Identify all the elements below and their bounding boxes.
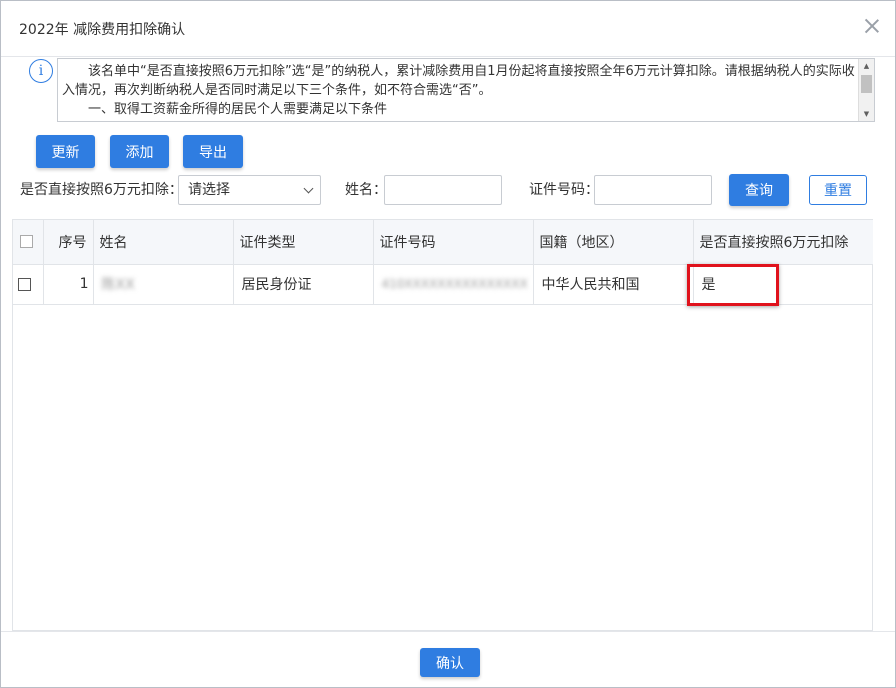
notice: i 该名单中“是否直接按照6万元扣除”选“是”的纳税人，累计减除费用自1月份起将… bbox=[27, 58, 877, 122]
row-select-cell[interactable] bbox=[13, 264, 44, 305]
direct-deduction-select[interactable]: 请选择 bbox=[178, 175, 321, 205]
row-checkbox[interactable] bbox=[18, 277, 31, 291]
taxpayer-table: 序号 姓名 证件类型 证件号码 国籍（地区） 是否直接按照6万元扣除 1 陈XX… bbox=[12, 219, 873, 631]
row-index: 1 bbox=[43, 264, 94, 305]
close-icon[interactable] bbox=[863, 17, 881, 35]
dialog-footer: 确认 bbox=[1, 631, 895, 687]
info-icon: i bbox=[29, 59, 53, 83]
confirm-button[interactable]: 确认 bbox=[420, 648, 480, 677]
id-number-label: 证件号码： bbox=[529, 182, 599, 198]
table-header-row: 序号 姓名 证件类型 证件号码 国籍（地区） 是否直接按照6万元扣除 bbox=[13, 220, 873, 265]
row-name-value: 陈XX bbox=[101, 277, 135, 293]
reset-button[interactable]: 重置 bbox=[809, 175, 867, 205]
notice-line-1: 该名单中“是否直接按照6万元扣除”选“是”的纳税人，累计减除费用自1月份起将直接… bbox=[62, 64, 855, 98]
chevron-down-icon bbox=[303, 183, 314, 194]
header-index: 序号 bbox=[43, 220, 94, 265]
add-button[interactable]: 添加 bbox=[110, 135, 169, 168]
header-id-number: 证件号码 bbox=[373, 220, 534, 265]
header-select-all[interactable] bbox=[13, 220, 44, 265]
header-nationality: 国籍（地区） bbox=[533, 220, 694, 265]
header-id-type: 证件类型 bbox=[233, 220, 374, 265]
notice-scrollbar[interactable]: ▲ ▼ bbox=[858, 59, 874, 121]
row-id-number-value: 410XXXXXXXXXXXXXXX bbox=[381, 277, 528, 291]
direct-deduction-select-value: 请选择 bbox=[188, 182, 230, 198]
name-input[interactable] bbox=[384, 175, 502, 205]
scroll-up-icon[interactable]: ▲ bbox=[859, 59, 874, 73]
notice-textbox[interactable]: 该名单中“是否直接按照6万元扣除”选“是”的纳税人，累计减除费用自1月份起将直接… bbox=[57, 58, 875, 122]
dialog-titlebar: 2022年 减除费用扣除确认 bbox=[1, 1, 895, 57]
direct-deduction-label: 是否直接按照6万元扣除： bbox=[20, 182, 183, 198]
row-direct-deduction[interactable]: 是 bbox=[693, 264, 873, 305]
scroll-down-icon[interactable]: ▼ bbox=[859, 107, 874, 121]
deduction-confirm-dialog: 2022年 减除费用扣除确认 i 该名单中“是否直接按照6万元扣除”选“是”的纳… bbox=[0, 0, 896, 688]
id-number-input[interactable] bbox=[594, 175, 712, 205]
table-row[interactable]: 1 陈XX 居民身份证 410XXXXXXXXXXXXXXX 中华人民共和国 是 bbox=[13, 264, 873, 305]
row-nationality: 中华人民共和国 bbox=[533, 264, 694, 305]
select-all-checkbox[interactable] bbox=[20, 235, 33, 249]
row-id-number: 410XXXXXXXXXXXXXXX bbox=[373, 264, 534, 305]
header-direct-deduction: 是否直接按照6万元扣除 bbox=[693, 220, 873, 265]
row-name: 陈XX bbox=[93, 264, 234, 305]
name-label: 姓名： bbox=[345, 182, 387, 198]
export-button[interactable]: 导出 bbox=[183, 135, 243, 168]
query-button[interactable]: 查询 bbox=[729, 174, 789, 206]
row-id-type: 居民身份证 bbox=[233, 264, 374, 305]
dialog-title: 2022年 减除费用扣除确认 bbox=[19, 21, 186, 38]
header-name: 姓名 bbox=[93, 220, 234, 265]
update-button[interactable]: 更新 bbox=[36, 135, 95, 168]
notice-line-2: 一、取得工资薪金所得的居民个人需要满足以下条件 bbox=[88, 102, 388, 117]
scroll-thumb[interactable] bbox=[861, 75, 872, 93]
